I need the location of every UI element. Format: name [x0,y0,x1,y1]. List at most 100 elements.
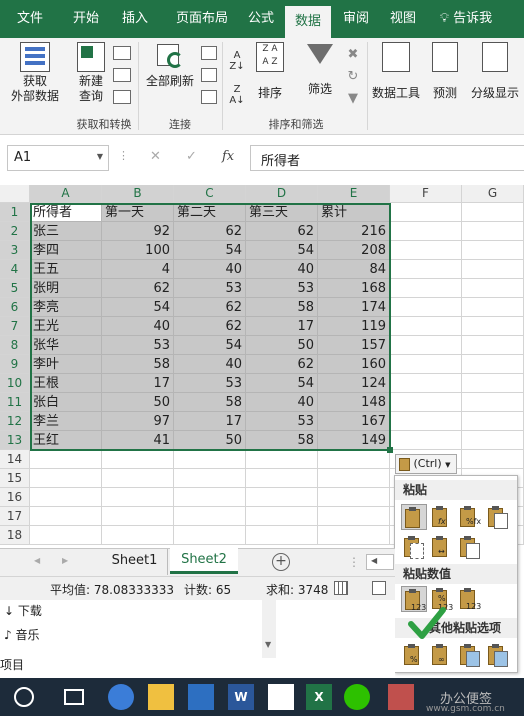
empty-cell[interactable] [390,431,462,450]
data-cell[interactable]: 97 [102,412,174,431]
row-header-8[interactable]: 8 [0,336,30,355]
filter-button[interactable]: 筛选 [300,42,340,97]
data-cell[interactable]: 王光 [30,317,102,336]
data-cell[interactable]: 216 [318,222,390,241]
empty-cell[interactable] [390,374,462,393]
data-cell[interactable]: 208 [318,241,390,260]
data-cell[interactable]: 李四 [30,241,102,260]
data-cell[interactable]: 40 [246,393,318,412]
empty-cell[interactable] [174,469,246,488]
row-header-5[interactable]: 5 [0,279,30,298]
empty-cell[interactable] [246,450,318,469]
scroll-left-icon[interactable]: ◀ [34,556,40,565]
data-cell[interactable]: 62 [246,222,318,241]
forecast-button[interactable]: 预测 [428,42,462,101]
empty-cell[interactable] [462,374,524,393]
data-cell[interactable]: 54 [174,241,246,260]
empty-cell[interactable] [30,526,102,545]
empty-cell[interactable] [462,260,524,279]
empty-cell[interactable] [102,507,174,526]
data-cell[interactable]: 58 [102,355,174,374]
header-cell[interactable]: 第一天 [102,203,174,222]
data-cell[interactable]: 张白 [30,393,102,412]
empty-cell[interactable] [174,507,246,526]
row-header-12[interactable]: 12 [0,412,30,431]
paste-formatting-icon[interactable]: % [401,642,427,668]
empty-cell[interactable] [102,488,174,507]
tab-data[interactable]: 数据 [285,6,331,38]
paste-formulas-format-icon[interactable]: %fx [457,504,483,530]
data-cell[interactable]: 167 [318,412,390,431]
data-cell[interactable]: 40 [246,260,318,279]
sheet-tab-sheet2[interactable]: Sheet2 [170,548,238,574]
data-cell[interactable]: 58 [246,298,318,317]
add-sheet-button[interactable]: + [272,553,290,571]
empty-cell[interactable] [462,393,524,412]
empty-cell[interactable] [462,279,524,298]
data-cell[interactable]: 53 [246,279,318,298]
cortana-icon[interactable] [14,687,34,707]
enter-icon[interactable]: ✓ [186,149,197,164]
data-cell[interactable]: 17 [246,317,318,336]
row-header-18[interactable]: 18 [0,526,30,545]
insert-function-icon[interactable]: fx [222,149,234,164]
empty-cell[interactable] [462,317,524,336]
sort-ascending-button[interactable]: A Z↓ [226,50,248,72]
tab-page-layout[interactable]: 页面布局 [164,0,240,38]
data-cell[interactable]: 62 [246,355,318,374]
row-header-2[interactable]: 2 [0,222,30,241]
empty-cell[interactable] [390,336,462,355]
data-cell[interactable]: 53 [102,336,174,355]
row-header-7[interactable]: 7 [0,317,30,336]
empty-cell[interactable] [390,317,462,336]
row-header-3[interactable]: 3 [0,241,30,260]
header-cell[interactable]: 第二天 [174,203,246,222]
page-layout-view-icon[interactable] [372,581,386,595]
data-cell[interactable]: 李兰 [30,412,102,431]
data-cell[interactable]: 92 [102,222,174,241]
tab-formulas[interactable]: 公式 [238,0,284,38]
empty-cell[interactable] [246,469,318,488]
row-header-6[interactable]: 6 [0,298,30,317]
data-cell[interactable]: 54 [174,336,246,355]
empty-cell[interactable] [390,355,462,374]
data-cell[interactable]: 40 [102,317,174,336]
empty-cell[interactable] [30,450,102,469]
empty-cell[interactable] [174,488,246,507]
data-cell[interactable]: 王红 [30,431,102,450]
data-cell[interactable]: 58 [246,431,318,450]
row-header-14[interactable]: 14 [0,450,30,469]
empty-cell[interactable] [390,203,462,222]
empty-cell[interactable] [102,526,174,545]
new-query-button[interactable]: 新建 查询 [72,42,110,104]
name-box[interactable]: A1 ▼ [7,145,109,171]
data-cell[interactable]: 李叶 [30,355,102,374]
app-icon[interactable] [388,684,414,710]
empty-cell[interactable] [390,298,462,317]
data-cell[interactable]: 62 [174,222,246,241]
paste-link-icon[interactable]: ∞ [429,642,455,668]
row-header-9[interactable]: 9 [0,355,30,374]
column-header-b[interactable]: B [102,185,174,203]
column-header-f[interactable]: F [390,185,462,203]
row-header-1[interactable]: 1 [0,203,30,222]
normal-view-icon[interactable] [334,581,348,595]
refresh-all-button[interactable]: 全部刷新 [142,42,198,89]
row-header-4[interactable]: 4 [0,260,30,279]
paste-no-borders-icon[interactable] [401,534,427,560]
tab-insert[interactable]: 插入 [112,0,158,38]
empty-cell[interactable] [462,450,524,469]
data-cell[interactable]: 17 [174,412,246,431]
empty-cell[interactable] [30,507,102,526]
empty-cell[interactable] [30,469,102,488]
explorer-item-downloads[interactable]: ↓ 下载 [4,602,42,619]
column-header-e[interactable]: E [318,185,390,203]
data-cell[interactable]: 王五 [30,260,102,279]
sort-button[interactable]: Z AA Z 排序 [252,42,288,101]
paste-linked-picture-icon[interactable] [485,642,511,668]
word-icon[interactable]: W [228,684,254,710]
empty-cell[interactable] [174,450,246,469]
from-table-icon[interactable] [113,68,131,82]
data-cell[interactable]: 40 [174,355,246,374]
get-external-data-button[interactable]: 获取 外部数据 [4,42,66,104]
